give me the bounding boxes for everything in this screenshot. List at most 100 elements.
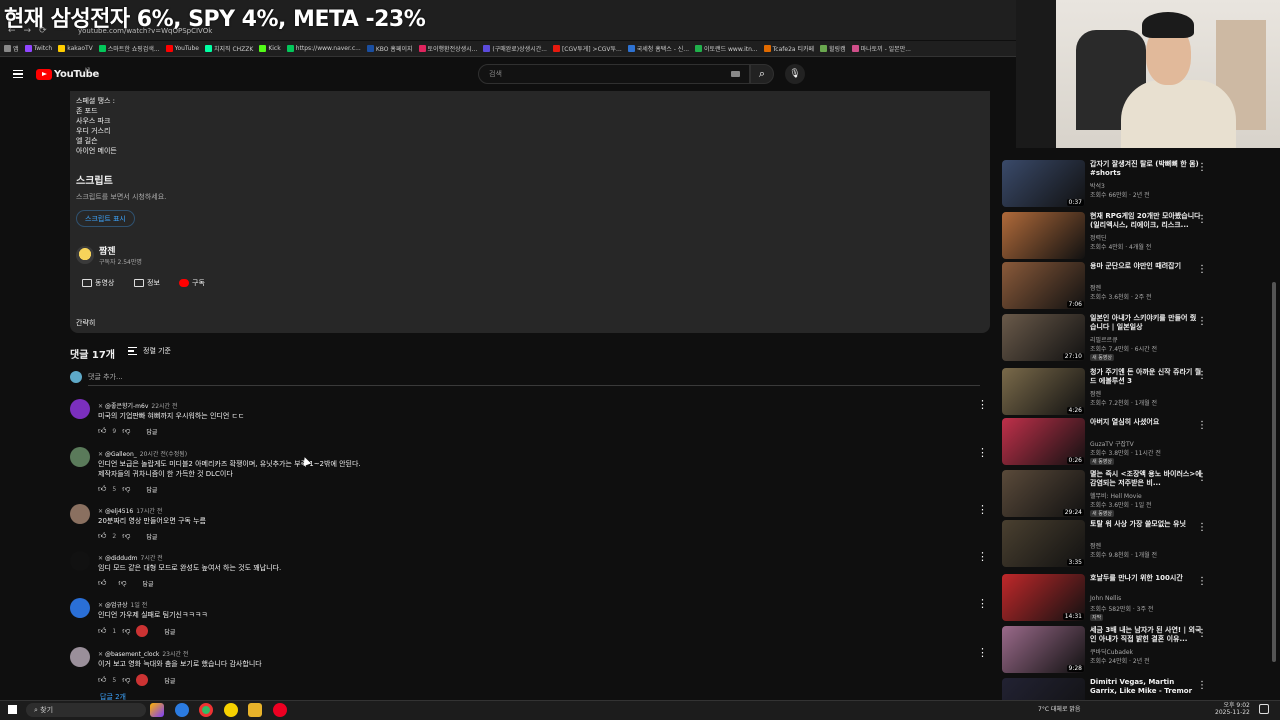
video-title[interactable]: 청가 주기엔 돈 아까운 신작 쥬라기 월드 에볼루션 3 xyxy=(1090,368,1202,386)
more-options-icon[interactable]: ⋮ xyxy=(1197,370,1207,381)
related-video-card[interactable]: 27:10 일본인 아내가 스키야키를 만들어 줬습니다 | 일본일상 리필르르큐 조… xyxy=(1002,314,1215,362)
video-channel[interactable]: 짬젠 xyxy=(1090,389,1101,398)
more-options-icon[interactable]: ⋮ xyxy=(1197,420,1207,431)
video-channel[interactable]: 짬젠 xyxy=(1090,541,1101,550)
bookmark-item[interactable]: 마나토끼 - 일본만... xyxy=(851,44,911,53)
comment-avatar[interactable] xyxy=(70,647,90,667)
video-title[interactable]: 일본인 아내가 스키야키를 만들어 줬습니다 | 일본일상 xyxy=(1090,314,1202,332)
file-explorer-icon[interactable] xyxy=(248,703,262,717)
taskbar-search[interactable]: ⌕ 찾기 xyxy=(26,703,146,717)
thumb-down-icon[interactable]: 👎︎ xyxy=(122,626,130,636)
comment-avatar[interactable] xyxy=(70,504,90,524)
bookmark-item[interactable]: [CGV투게] >CGV투... xyxy=(552,44,622,53)
close-icon[interactable]: ✕ xyxy=(98,403,105,410)
channel-name[interactable]: 짬젠 xyxy=(99,244,116,257)
related-video-card[interactable]: 현재 RPG게임 20개만 모아봤습니다 (일리액시스, 리에이크, 리스크..… xyxy=(1002,212,1215,260)
voice-search-button[interactable]: 🎙 xyxy=(785,64,805,84)
bookmark-item[interactable]: 치지직 CHZZK xyxy=(204,44,253,53)
video-channel[interactable]: 헬무비: Hell Movie xyxy=(1090,491,1142,500)
bookmark-item[interactable]: kakaoTV xyxy=(58,45,93,52)
thumb-up-icon[interactable]: 👍︎ xyxy=(98,531,106,541)
thumb-down-icon[interactable]: 👎︎ xyxy=(118,578,126,588)
video-title[interactable]: 현재 RPG게임 20개만 모아봤습니다 (일리액시스, 리에이크, 리스크..… xyxy=(1090,212,1202,230)
comment-avatar[interactable] xyxy=(70,598,90,618)
more-options-icon[interactable]: ⋮ xyxy=(977,504,988,515)
video-title[interactable]: 갑자기 잘생겨진 탈로 (박뼈뼈 한 몸) #shorts xyxy=(1090,160,1202,178)
related-video-card[interactable]: 0:37 갑자기 잘생겨진 탈로 (박뼈뼈 한 몸) #shorts 박석3 조회수 … xyxy=(1002,160,1215,208)
video-thumbnail[interactable] xyxy=(1002,212,1085,259)
video-channel[interactable]: GuzaTV 구잡TV xyxy=(1090,439,1134,448)
video-title[interactable]: 용마 군단으로 야만인 때려잡기 xyxy=(1090,262,1202,271)
bookmark-item[interactable]: 이토랜드 www.itn... xyxy=(695,44,758,53)
sort-button[interactable]: 정렬 기준 xyxy=(143,346,171,356)
reply-button[interactable]: 답글 xyxy=(146,485,157,494)
reply-button[interactable]: 답글 xyxy=(146,532,157,541)
video-title[interactable]: 멸는 즉시 <조장액 용노 바이러스>에 감염되는 저주받은 비... xyxy=(1090,470,1202,488)
obs-icon[interactable] xyxy=(273,703,287,717)
comment-author[interactable]: @좋은향기-m6v xyxy=(105,403,148,410)
bookmark-item[interactable]: 토이행환전상생시... xyxy=(418,44,477,53)
related-video-card[interactable]: 9:28 세금 3배 내는 남자가 된 사연! | 외국인 아내가 직접 밝힌 결… xyxy=(1002,626,1215,674)
related-video-card[interactable]: 0:26 아버지 열심히 사셨어요 GuzaTV 구잡TV 조회수 3.8만회 · 1… xyxy=(1002,418,1215,466)
add-comment-input[interactable]: 댓글 추가... xyxy=(88,372,123,382)
show-transcript-button[interactable]: 스크립트 표시 xyxy=(76,210,135,227)
keyboard-icon[interactable] xyxy=(731,71,740,77)
video-title[interactable]: 세금 3배 내는 남자가 된 사연! | 외국인 아내가 직접 밝힌 결혼 이유… xyxy=(1090,626,1202,644)
comment-avatar[interactable] xyxy=(70,447,90,467)
taskbar-app-icon[interactable] xyxy=(150,703,164,717)
more-options-icon[interactable]: ⋮ xyxy=(1197,522,1207,533)
bookmark-item[interactable]: 힐링캠 xyxy=(820,44,846,53)
kakaotalk-icon[interactable] xyxy=(224,703,238,717)
bookmark-item[interactable]: 앱 xyxy=(4,44,19,53)
more-options-icon[interactable]: ⋮ xyxy=(977,399,988,410)
bookmark-item[interactable]: https://www.naver.c... xyxy=(286,45,361,52)
thumb-down-icon[interactable]: 👎︎ xyxy=(122,426,130,436)
comment-author[interactable]: @Galleon_ xyxy=(105,451,137,458)
thumb-up-icon[interactable]: 👍︎ xyxy=(98,484,106,494)
more-options-icon[interactable]: ⋮ xyxy=(1197,316,1207,327)
bookmark-item[interactable]: Twitch xyxy=(24,45,52,52)
channel-videos-button[interactable]: 동영상 xyxy=(78,275,118,290)
youtube-logo-text[interactable]: YouTube xyxy=(54,69,99,80)
more-options-icon[interactable]: ⋮ xyxy=(977,551,988,562)
video-title[interactable]: Dimitri Vegas, Martin Garrix, Like Mike … xyxy=(1090,678,1202,696)
video-title[interactable]: 아버지 열심히 사셨어요 xyxy=(1090,418,1202,427)
more-options-icon[interactable]: ⋮ xyxy=(977,598,988,609)
collapse-description-button[interactable]: 간략히 xyxy=(76,318,95,328)
bookmark-item[interactable]: Tcafe2a 티카페 xyxy=(763,44,814,53)
youtube-logo-icon[interactable] xyxy=(36,69,52,80)
address-bar[interactable]: youtube.com/watch?v=WqOPSpCIVOk xyxy=(78,27,212,35)
weather-tray[interactable]: 7°C 대체로 맑음 xyxy=(1038,704,1080,713)
comment-author[interactable]: @diddudm xyxy=(105,555,138,562)
thumb-up-icon[interactable]: 👍︎ xyxy=(98,578,106,588)
video-channel[interactable]: John Nellis xyxy=(1090,595,1121,602)
comment-avatar[interactable] xyxy=(70,399,90,419)
reply-button[interactable]: 답글 xyxy=(164,627,175,636)
bookmark-item[interactable]: YouTube xyxy=(165,45,199,52)
more-options-icon[interactable]: ⋮ xyxy=(1197,264,1207,275)
start-icon[interactable] xyxy=(8,705,17,714)
bookmark-item[interactable]: (구매완료)상생시간... xyxy=(483,44,547,53)
video-title[interactable]: 토탈 워 사상 가장 쓸모없는 유닛 xyxy=(1090,520,1202,529)
more-options-icon[interactable]: ⋮ xyxy=(1197,162,1207,173)
close-icon[interactable]: ✕ xyxy=(98,602,105,609)
related-video-card[interactable]: 7:06 용마 군단으로 야만인 때려잡기 짬젠 조회수 3.6천회 · 2주 전 ⋮ xyxy=(1002,262,1215,310)
sort-icon[interactable] xyxy=(128,347,137,355)
bookmark-item[interactable]: 국세청 홈택스 - 신... xyxy=(627,44,689,53)
edge-icon[interactable] xyxy=(175,703,189,717)
related-video-card[interactable]: 3:35 토탈 워 사상 가장 쓸모없는 유닛 짬젠 조회수 9.8천회 · 1개월 … xyxy=(1002,520,1215,568)
more-options-icon[interactable]: ⋮ xyxy=(1197,628,1207,639)
nav-arrows-icon[interactable]: ←→⟳ xyxy=(8,26,55,36)
reply-button[interactable]: 답글 xyxy=(143,579,154,588)
video-thumbnail[interactable] xyxy=(1002,678,1085,700)
related-video-card[interactable]: Dimitri Vegas, Martin Garrix, Like Mike … xyxy=(1002,678,1215,700)
comment-author[interactable]: @basement_clock xyxy=(105,651,159,658)
close-icon[interactable]: ✕ xyxy=(98,555,105,562)
bookmark-item[interactable]: KBO 홈페이지 xyxy=(366,44,413,53)
related-video-card[interactable]: 4:26 청가 주기엔 돈 아까운 신작 쥬라기 월드 에볼루션 3 짬젠 조회수 7… xyxy=(1002,368,1215,416)
video-channel[interactable]: 리필르르큐 xyxy=(1090,335,1118,344)
video-channel[interactable]: 박석3 xyxy=(1090,181,1105,190)
bookmark-item[interactable]: Kick xyxy=(259,45,281,52)
related-video-card[interactable]: 29:24 멸는 즉시 <조장액 용노 바이러스>에 감염되는 저주받은 비...… xyxy=(1002,470,1215,518)
more-options-icon[interactable]: ⋮ xyxy=(1197,576,1207,587)
